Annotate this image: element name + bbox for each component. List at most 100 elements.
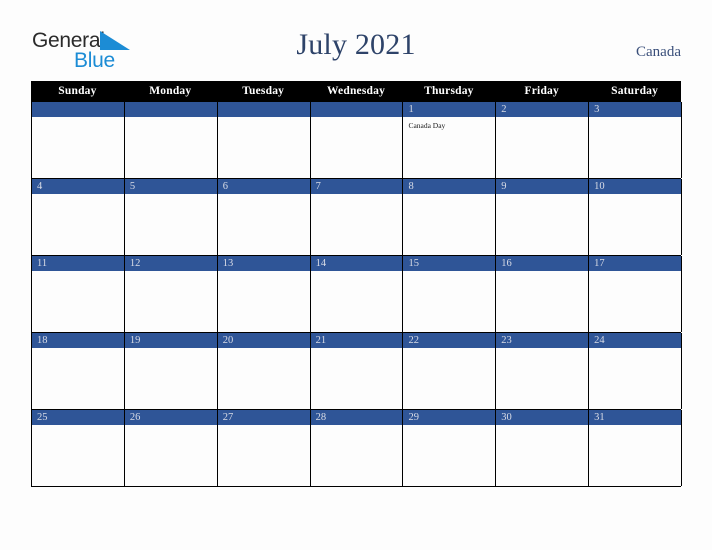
day-events <box>32 117 124 178</box>
calendar-day-cell[interactable]: 31 <box>588 410 683 486</box>
day-of-week-header-saturday: Saturday <box>611 85 659 97</box>
calendar-day-cell[interactable]: 25 <box>31 410 125 486</box>
day-events <box>218 271 310 332</box>
calendar-day-cell[interactable]: 15 <box>402 256 497 332</box>
day-events <box>218 117 310 178</box>
day-events <box>589 271 681 332</box>
calendar-day-cell[interactable]: 26 <box>123 410 218 486</box>
day-events <box>32 271 124 332</box>
day-events <box>496 425 588 486</box>
day-events <box>311 194 403 255</box>
calendar-day-cell[interactable]: 27 <box>216 410 311 486</box>
date-number: 26 <box>124 410 217 425</box>
country-label: Canada <box>636 44 681 60</box>
calendar-week-row: 1 Canada Day 2 3 <box>31 102 683 179</box>
day-of-week-header-monday: Monday <box>149 85 192 97</box>
calendar-day-cell[interactable]: 23 <box>495 333 590 409</box>
day-of-week-header-sunday: Sunday <box>58 85 97 97</box>
date-number: 10 <box>589 179 682 194</box>
date-number: 29 <box>403 410 496 425</box>
page-title: July 2021 <box>296 28 416 61</box>
date-number: 7 <box>310 179 403 194</box>
day-events <box>496 348 588 409</box>
date-number: 23 <box>496 333 589 348</box>
calendar-day-cell[interactable]: 4 <box>31 179 125 255</box>
date-number: 20 <box>217 333 310 348</box>
date-number: 4 <box>32 179 124 194</box>
day-of-week-header-friday: Friday <box>524 85 559 97</box>
calendar-day-cell[interactable]: 7 <box>309 179 404 255</box>
calendar-day-cell[interactable]: 3 <box>588 102 683 178</box>
day-events <box>125 117 217 178</box>
calendar-week-row: 11 12 13 14 15 16 17 <box>31 256 683 333</box>
calendar-day-cell[interactable]: 6 <box>216 179 311 255</box>
calendar-day-cell[interactable]: 22 <box>402 333 497 409</box>
calendar-week-row: 4 5 6 7 8 9 10 <box>31 179 683 256</box>
date-number: 9 <box>496 179 589 194</box>
day-events <box>496 194 588 255</box>
date-number: 15 <box>403 256 496 271</box>
date-number: 28 <box>310 410 403 425</box>
day-events <box>589 117 681 178</box>
calendar-week-row: 18 19 20 21 22 23 24 <box>31 333 683 410</box>
date-number: 14 <box>310 256 403 271</box>
calendar-day-cell[interactable]: 20 <box>216 333 311 409</box>
day-of-week-header-thursday: Thursday <box>424 85 474 97</box>
day-events <box>403 348 495 409</box>
page-header: General Blue July 2021 Canada <box>0 0 712 81</box>
date-number: 18 <box>32 333 124 348</box>
date-number <box>32 102 124 117</box>
date-number: 25 <box>32 410 124 425</box>
calendar-day-cell[interactable]: 5 <box>123 179 218 255</box>
calendar-day-cell[interactable]: 11 <box>31 256 125 332</box>
calendar-day-cell-empty <box>123 102 218 178</box>
calendar-day-cell[interactable]: 28 <box>309 410 404 486</box>
calendar-day-cell[interactable]: 13 <box>216 256 311 332</box>
calendar-day-cell[interactable]: 9 <box>495 179 590 255</box>
day-events <box>589 348 681 409</box>
calendar-day-cell[interactable]: 1 Canada Day <box>402 102 497 178</box>
day-events <box>125 271 217 332</box>
date-number: 12 <box>124 256 217 271</box>
calendar-day-cell[interactable]: 24 <box>588 333 683 409</box>
calendar-week-row: 25 26 27 28 29 30 31 <box>31 410 683 487</box>
calendar-day-cell[interactable]: 2 <box>495 102 590 178</box>
day-events <box>496 117 588 178</box>
date-number: 3 <box>589 102 682 117</box>
day-events <box>589 425 681 486</box>
calendar-day-cell[interactable]: 30 <box>495 410 590 486</box>
calendar-day-cell-empty <box>309 102 404 178</box>
day-events <box>125 194 217 255</box>
calendar-day-cell[interactable]: 10 <box>588 179 683 255</box>
day-events <box>403 425 495 486</box>
day-events <box>403 271 495 332</box>
date-number: 13 <box>217 256 310 271</box>
day-events: Canada Day <box>403 117 495 178</box>
calendar-day-cell[interactable]: 18 <box>31 333 125 409</box>
day-events <box>125 425 217 486</box>
date-number: 16 <box>496 256 589 271</box>
day-events <box>496 271 588 332</box>
calendar-day-cell-empty <box>216 102 311 178</box>
date-number: 1 <box>403 102 496 117</box>
calendar-day-cell[interactable]: 8 <box>402 179 497 255</box>
day-events <box>403 194 495 255</box>
day-events <box>311 425 403 486</box>
calendar-day-cell[interactable]: 14 <box>309 256 404 332</box>
calendar-day-cell[interactable]: 12 <box>123 256 218 332</box>
day-events <box>32 194 124 255</box>
day-events <box>311 117 403 178</box>
holiday-event-label: Canada Day <box>408 121 446 130</box>
date-number: 24 <box>589 333 682 348</box>
date-number: 6 <box>217 179 310 194</box>
date-number: 30 <box>496 410 589 425</box>
calendar-day-cell[interactable]: 21 <box>309 333 404 409</box>
calendar-day-cell-empty <box>31 102 125 178</box>
calendar-day-cell[interactable]: 16 <box>495 256 590 332</box>
calendar-day-cell[interactable]: 19 <box>123 333 218 409</box>
day-events <box>218 194 310 255</box>
date-number <box>124 102 217 117</box>
date-number: 31 <box>589 410 682 425</box>
calendar-day-cell[interactable]: 29 <box>402 410 497 486</box>
calendar-day-cell[interactable]: 17 <box>588 256 683 332</box>
